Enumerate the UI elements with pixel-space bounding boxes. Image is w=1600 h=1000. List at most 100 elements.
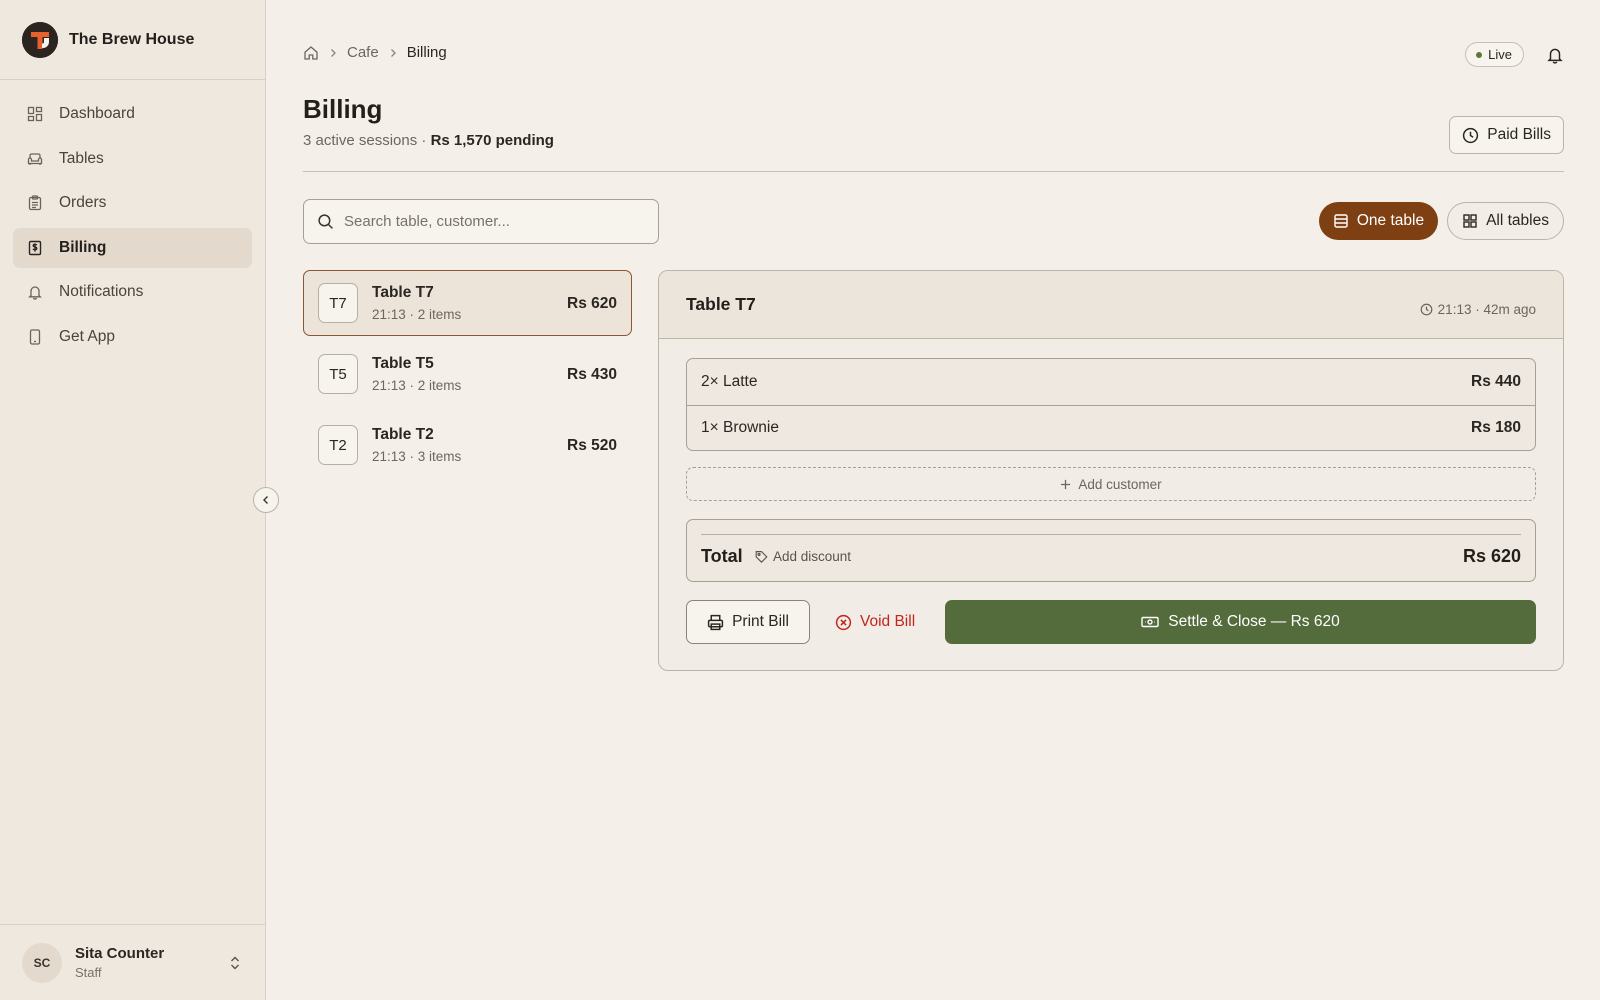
line-item-price: Rs 440 [1471,372,1521,390]
sidebar-nav: Dashboard Tables Orders Billing Notifica… [0,80,265,357]
table-meta: 21:13 · 2 items [372,307,462,322]
table-list: T7 Table T7 21:13 · 2 items Rs 620 T5 Ta… [303,270,632,483]
one-table-toggle[interactable]: One table [1318,202,1439,240]
breadcrumb-cafe[interactable]: Cafe [347,44,379,61]
table-meta: 21:13 · 2 items [372,378,462,393]
user-name: Sita Counter [75,945,165,962]
table-name: Table T7 [372,284,434,301]
void-bill-label: Void Bill [860,613,916,630]
user-profile[interactable]: SC Sita Counter Staff [0,924,266,1000]
total-label: Total [701,546,743,566]
subtitle-separator: · [417,132,431,149]
bill-total: Total Add discount Rs 620 [686,519,1536,582]
add-discount-label: Add discount [773,549,852,564]
sidebar-collapse-button[interactable] [253,487,279,513]
sidebar-item-label: Tables [59,149,104,167]
table-amount: Rs 520 [567,437,617,454]
active-sessions-count: 3 active sessions [303,132,418,149]
plus-icon [1061,479,1071,489]
brand[interactable]: The Brew House [0,0,265,80]
table-amount: Rs 620 [567,295,617,312]
all-tables-label: All tables [1486,212,1549,229]
bill-table-title: Table T7 [686,294,756,314]
sidebar-item-notifications[interactable]: Notifications [13,272,252,312]
add-customer-button[interactable]: Add customer [686,467,1536,501]
sidebar-item-label: Billing [59,238,107,256]
print-bill-label: Print Bill [732,613,789,630]
sidebar-item-label: Notifications [59,283,144,300]
sidebar-item-get-app[interactable]: Get App [13,317,252,357]
line-item-price: Rs 180 [1471,418,1521,436]
add-discount-button[interactable]: Add discount [755,549,851,564]
table-meta: 21:13 · 3 items [372,449,462,464]
bill-line-item[interactable]: 1× Brownie Rs 180 [687,404,1535,451]
table-amount: Rs 430 [567,366,617,383]
avatar: SC [22,942,62,983]
banknote-icon [1141,616,1159,628]
user-role: Staff [75,965,102,980]
receipt-dollar-icon [27,240,43,256]
page-title: Billing [303,94,383,124]
print-bill-button[interactable]: Print Bill [686,600,810,644]
top-right-actions: Live [1465,42,1564,67]
user-info: Sita Counter Staff [75,945,164,980]
settle-close-label: Settle & Close — Rs 620 [1168,613,1340,630]
table-name: Table T2 [372,426,434,443]
search-box[interactable] [303,199,659,244]
live-dot-icon [1476,51,1483,58]
main-content: Cafe Billing Live Billing 3 active sessi… [266,0,1600,1000]
void-bill-button[interactable]: Void Bill [835,600,915,644]
chevron-right-icon [329,48,337,58]
live-label: Live [1488,47,1512,62]
table-code-badge: T5 [318,354,358,394]
table-code-badge: T7 [318,283,358,323]
armchair-icon [27,151,43,167]
bill-detail-panel: Table T7 21:13 · 42m ago 2× Latte Rs 440… [658,270,1564,671]
bill-time: 21:13 · 42m ago [1420,302,1536,317]
chevron-up-down-icon[interactable] [228,955,242,971]
smartphone-icon [27,328,43,345]
line-item-name: 1× Brownie [701,418,779,436]
bill-actions: Print Bill Void Bill Settle & Close — Rs… [686,600,1536,644]
table-rows-icon [1334,214,1348,228]
line-item-name: 2× Latte [701,372,758,390]
header-divider [303,171,1564,172]
sidebar-item-billing[interactable]: Billing [13,227,252,268]
clock-icon [1420,303,1433,316]
chevron-left-icon [263,496,268,504]
sidebar-item-tables[interactable]: Tables [13,139,252,179]
paid-bills-label: Paid Bills [1487,126,1551,143]
live-status-badge[interactable]: Live [1465,42,1524,67]
bill-line-item[interactable]: 2× Latte Rs 440 [687,359,1535,405]
home-icon[interactable] [303,45,319,61]
bill-time-text: 21:13 · 42m ago [1437,302,1536,317]
page-subtitle: 3 active sessions · Rs 1,570 pending [303,132,554,149]
table-row-t7[interactable]: T7 Table T7 21:13 · 2 items Rs 620 [303,270,632,336]
table-info: Table T7 21:13 · 2 items [372,284,461,322]
table-row-t2[interactable]: T2 Table T2 21:13 · 3 items Rs 520 [303,412,632,478]
total-value: Rs 620 [1462,546,1521,566]
x-circle-icon [835,614,852,630]
table-info: Table T5 21:13 · 2 items [372,355,461,393]
breadcrumb: Cafe Billing [303,44,447,61]
notifications-bell-icon[interactable] [1546,46,1564,64]
table-name: Table T5 [372,355,434,372]
one-table-label: One table [1356,212,1425,229]
printer-icon [707,614,724,630]
search-icon [318,214,333,229]
table-code-badge: T2 [318,425,358,465]
chevron-right-icon [389,48,397,58]
settle-close-button[interactable]: Settle & Close — Rs 620 [945,600,1536,644]
table-row-t5[interactable]: T5 Table T5 21:13 · 2 items Rs 430 [303,341,632,407]
search-input[interactable] [344,213,644,230]
all-tables-toggle[interactable]: All tables [1447,202,1564,240]
tag-icon [755,551,768,563]
bell-icon [27,284,43,300]
brand-name: The Brew House [69,30,195,48]
sidebar-item-orders[interactable]: Orders [13,183,252,223]
sidebar-item-label: Get App [59,327,116,345]
sidebar-item-label: Orders [59,194,107,211]
paid-bills-button[interactable]: Paid Bills [1449,116,1564,154]
sidebar-item-dashboard[interactable]: Dashboard [13,94,252,134]
brand-logo-icon [22,21,58,58]
